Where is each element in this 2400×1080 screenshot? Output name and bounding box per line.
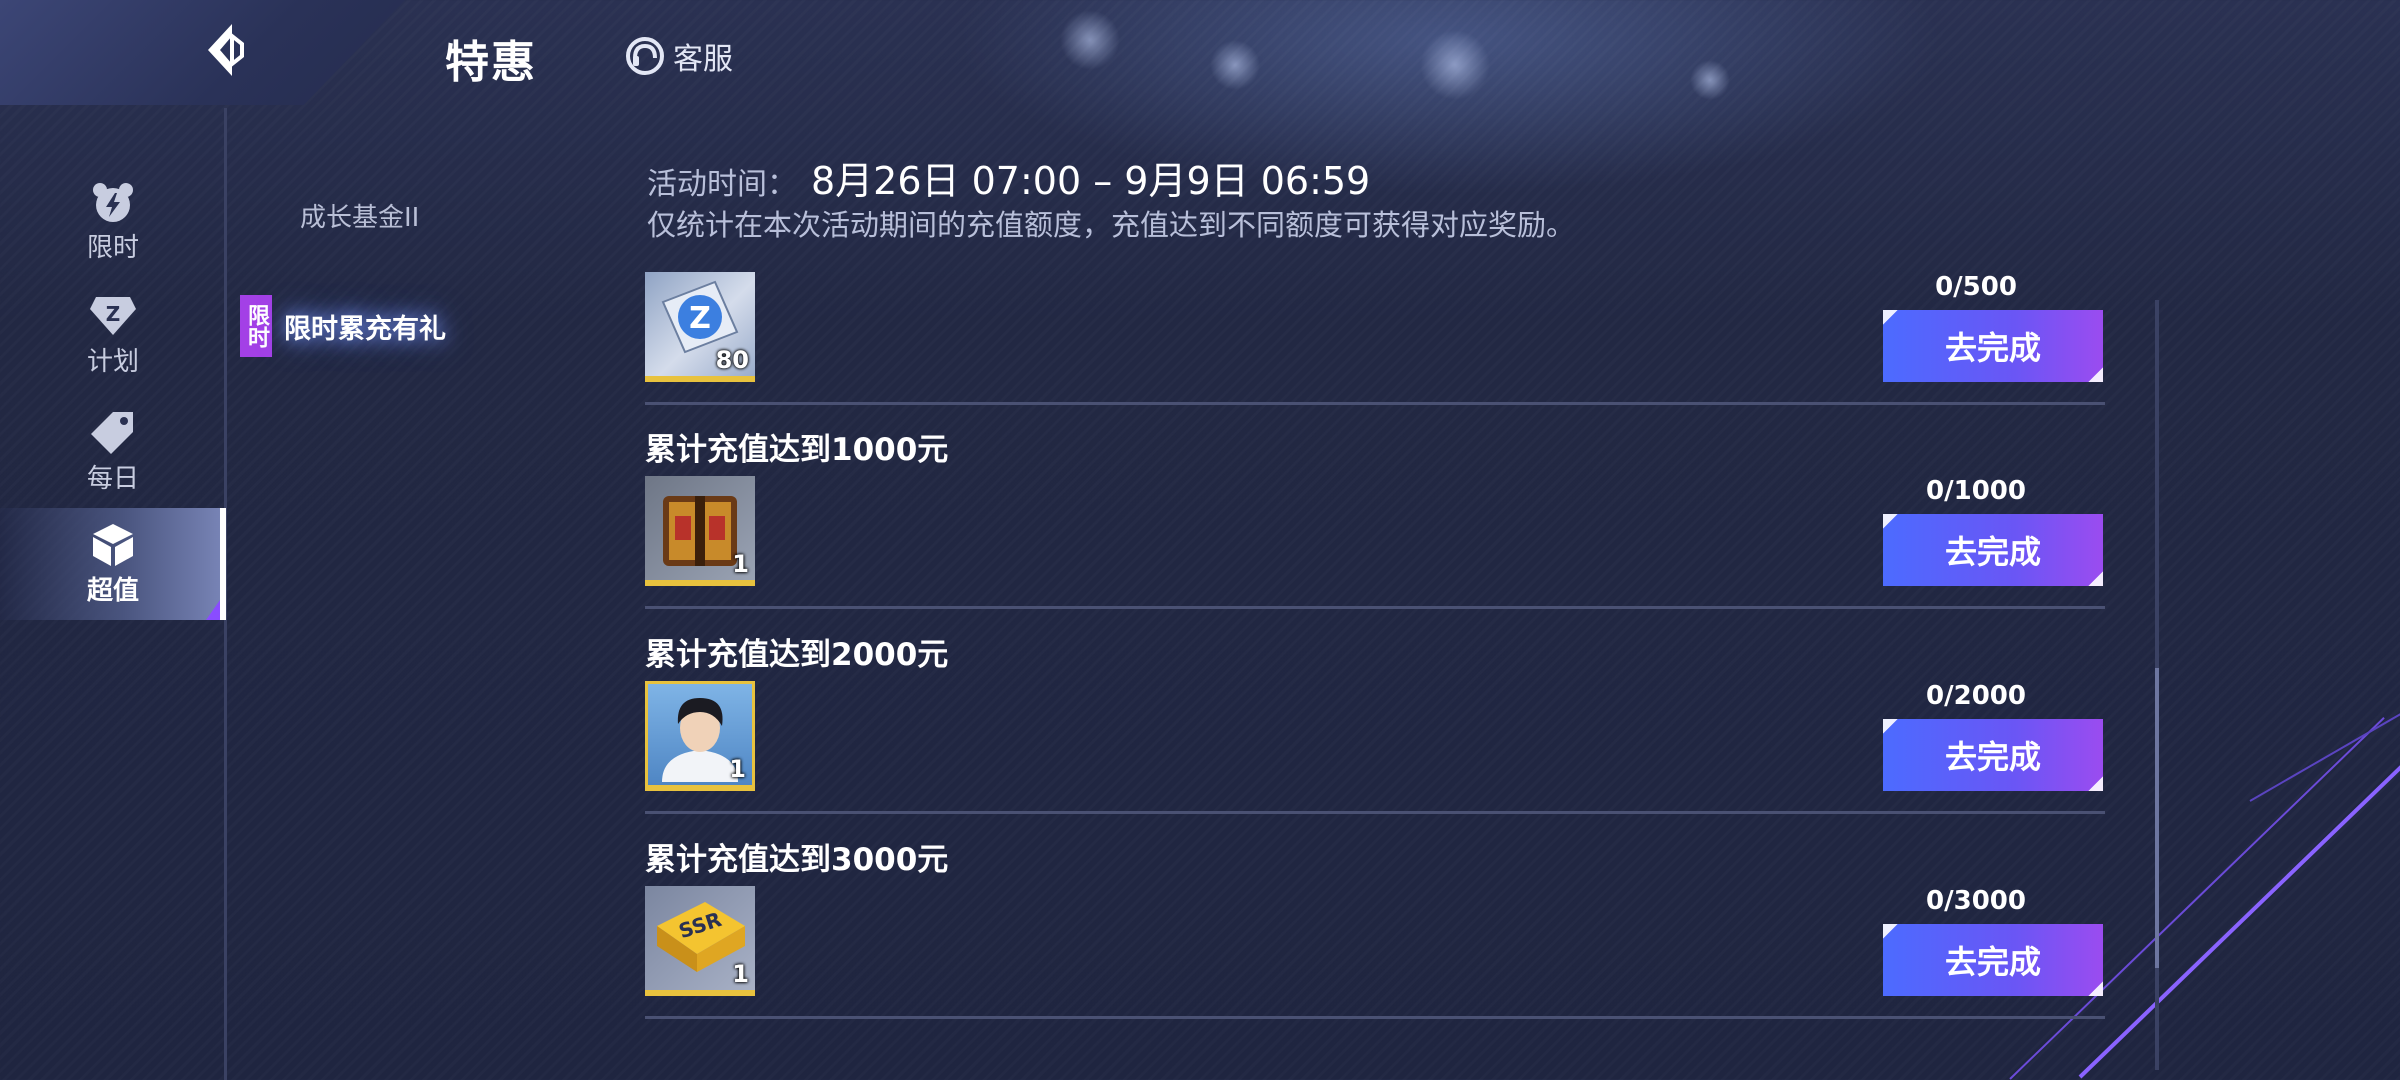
tab-label: 计划 xyxy=(86,346,139,377)
stage-light xyxy=(1420,30,1490,100)
svg-text:Z: Z xyxy=(689,301,711,336)
row-separator xyxy=(645,811,2105,814)
page-title: 特惠 xyxy=(445,37,537,88)
button-label: 去完成 xyxy=(1944,739,2041,775)
task-progress: 0/3000 xyxy=(1926,886,2026,916)
reward-count: 80 xyxy=(715,346,749,374)
event-period: 活动时间： 8月26日 07:00 – 9月9日 06:59 xyxy=(647,150,1370,205)
button-label: 去完成 xyxy=(1944,330,2041,366)
reward-item[interactable]: Z 80 xyxy=(645,272,755,382)
task-title: 累计充值达到3000元 xyxy=(645,842,949,878)
task-title: 累计充值达到2000元 xyxy=(645,637,949,673)
task-row: 累计充值达到2000元 1 0/2000 去完成 xyxy=(645,629,2105,819)
lightning-bear-icon xyxy=(93,182,133,222)
diamond-z-icon: Z xyxy=(90,296,136,335)
event-description: 仅统计在本次活动期间的充值额度，充值达到不同额度可获得对应奖励。 xyxy=(647,208,1576,242)
go-complete-button[interactable]: 去完成 xyxy=(1883,514,2103,586)
customer-service-label: 客服 xyxy=(673,42,733,77)
back-arrow-icon xyxy=(208,24,244,76)
scrollbar-thumb[interactable] xyxy=(2155,668,2159,968)
stage-light xyxy=(1690,60,1730,100)
row-separator xyxy=(645,606,2105,609)
submenu-item-growth-fund[interactable]: 成长基金II xyxy=(300,197,419,234)
task-row: 累计充值达到1000元 1 0/1000 去完成 xyxy=(645,424,2105,614)
go-complete-button[interactable]: 去完成 xyxy=(1883,719,2103,791)
submenu-item-limited-recharge[interactable]: 限时 限时累充有礼 xyxy=(240,293,500,359)
reward-item[interactable]: SSR 1 xyxy=(645,886,755,996)
cube-icon xyxy=(93,523,133,566)
decorative-stripe xyxy=(2078,686,2400,1079)
task-row: 累计充值达到3000元 SSR 1 0/3000 去完成 xyxy=(645,834,2105,1024)
task-title: 累计充值达到1000元 xyxy=(645,432,949,468)
reward-item[interactable]: 1 xyxy=(645,681,755,791)
tag-icon xyxy=(91,411,133,454)
tab-limited[interactable]: 限时 xyxy=(0,166,226,278)
event-time-value: 8月26日 07:00 – 9月9日 06:59 xyxy=(811,159,1371,203)
stage-light xyxy=(1210,40,1260,90)
task-progress: 0/1000 xyxy=(1926,476,2026,506)
row-separator xyxy=(645,1016,2105,1019)
customer-service-link[interactable]: 客服 xyxy=(625,34,733,78)
button-label: 去完成 xyxy=(1944,944,2041,980)
limited-badge-text: 限时 xyxy=(244,304,269,348)
tab-value[interactable]: 超值 xyxy=(0,508,226,620)
back-button[interactable] xyxy=(185,15,265,85)
task-row: Z 80 0/500 去完成 xyxy=(645,270,2105,408)
task-progress: 0/2000 xyxy=(1926,681,2026,711)
go-complete-button[interactable]: 去完成 xyxy=(1883,310,2103,382)
headset-icon xyxy=(626,37,664,75)
event-time-label: 活动时间： xyxy=(647,167,797,202)
svg-text:Z: Z xyxy=(106,302,121,326)
tab-label: 限时 xyxy=(86,232,139,263)
button-label: 去完成 xyxy=(1944,534,2041,570)
limited-badge: 限时 xyxy=(240,295,272,357)
tab-label: 每日 xyxy=(86,463,139,494)
stage-light xyxy=(1060,10,1120,70)
submenu-label: 限时累充有礼 xyxy=(284,313,446,345)
tab-plan[interactable]: Z 计划 xyxy=(0,280,226,392)
reward-item[interactable]: 1 xyxy=(645,476,755,586)
go-complete-button[interactable]: 去完成 xyxy=(1883,924,2103,996)
tab-daily[interactable]: 每日 xyxy=(0,396,226,508)
reward-count: 1 xyxy=(732,550,749,578)
row-separator xyxy=(645,402,2105,405)
task-progress: 0/500 xyxy=(1935,272,2017,302)
reward-count: 1 xyxy=(732,960,749,988)
tab-label: 超值 xyxy=(86,575,139,606)
reward-count: 1 xyxy=(729,755,746,783)
